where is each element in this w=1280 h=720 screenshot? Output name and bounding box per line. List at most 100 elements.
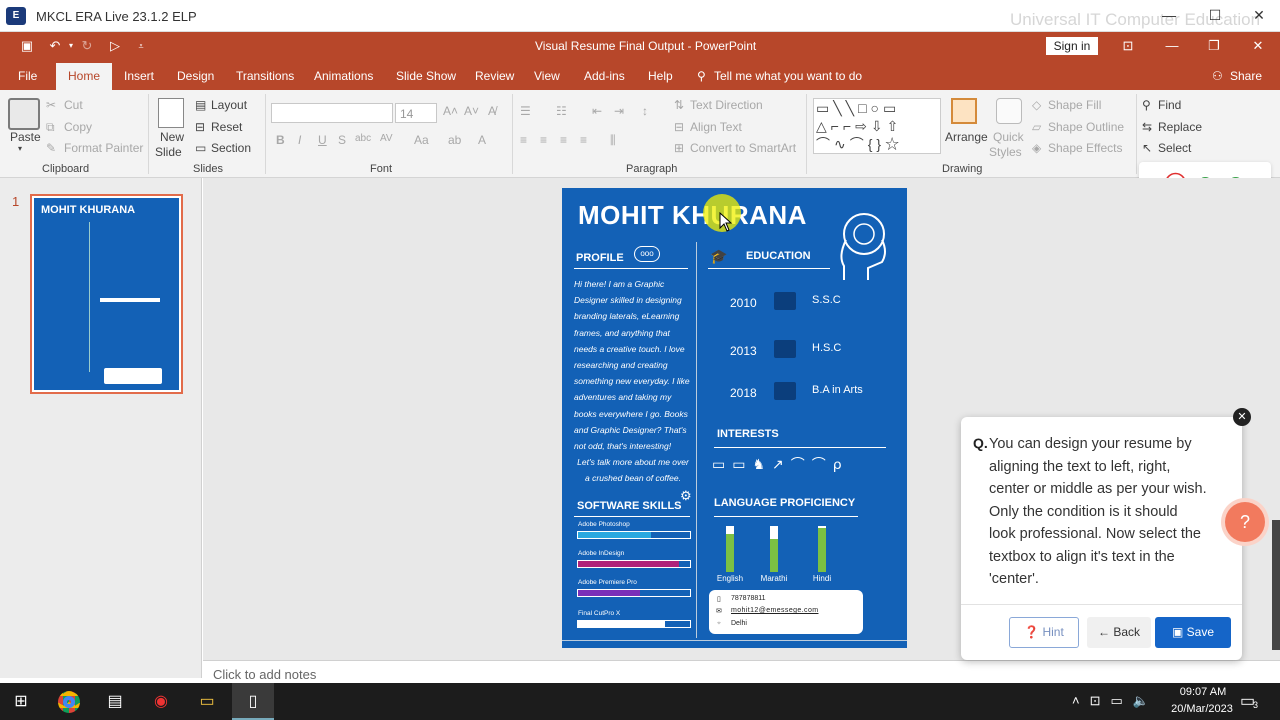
windows-start-icon[interactable]: ⊞ xyxy=(0,683,42,720)
help-icon[interactable]: ? xyxy=(1225,502,1265,542)
app-icon[interactable]: ▤ xyxy=(94,683,136,720)
bold-button[interactable]: B xyxy=(276,133,285,147)
bullets-icon[interactable]: ☰ xyxy=(520,104,531,118)
clear-formatting-icon[interactable]: A̸ xyxy=(488,104,496,118)
clock-time[interactable]: 09:07 AM xyxy=(1168,686,1238,698)
tab-help[interactable]: Help xyxy=(648,60,673,90)
era-maximize-icon[interactable]: ☐ xyxy=(1200,4,1230,26)
new-slide-label[interactable]: New xyxy=(160,130,184,144)
grow-font-icon[interactable]: A˄ xyxy=(443,104,458,118)
format-painter-button[interactable]: Format Painter xyxy=(64,141,143,155)
customize-qat-icon[interactable]: ⩡ xyxy=(132,37,150,55)
highlight-icon[interactable]: ab xyxy=(448,133,461,147)
tab-review[interactable]: Review xyxy=(475,60,514,90)
tab-add-ins[interactable]: Add-ins xyxy=(584,60,625,90)
quick-styles-button[interactable]: Quick xyxy=(993,130,1024,144)
close-question-icon[interactable]: ✕ xyxy=(1233,408,1251,426)
shape-effects-button[interactable]: Shape Effects xyxy=(1048,141,1123,155)
tab-home[interactable]: Home xyxy=(56,63,112,90)
shrink-font-icon[interactable]: A˅ xyxy=(464,104,479,118)
change-case-icon[interactable]: Aa xyxy=(414,133,429,147)
shape-fill-button[interactable]: Shape Fill xyxy=(1048,98,1101,112)
copy-icon[interactable]: ⧉ xyxy=(46,120,55,135)
ribbon-display-icon[interactable]: ⊡ xyxy=(1114,36,1142,56)
font-size-input[interactable]: 14 xyxy=(395,103,437,123)
close-icon[interactable]: ✕ xyxy=(1244,36,1272,56)
chrome-icon[interactable] xyxy=(48,683,90,720)
sign-in-button[interactable]: Sign in xyxy=(1046,37,1098,55)
shapes-gallery[interactable]: ▭╲╲□○▭ △⌐⌐⇨⇩⇧ ⌒∿⌒{}☆ xyxy=(813,98,941,154)
italic-button[interactable]: I xyxy=(298,133,301,147)
strikethrough-icon[interactable]: abc xyxy=(355,133,371,144)
era-close-icon[interactable]: ✕ xyxy=(1244,4,1274,26)
era-minimize-icon[interactable]: — xyxy=(1154,4,1184,26)
tab-transitions[interactable]: Transitions xyxy=(236,60,294,90)
resume-name[interactable]: MOHIT KHURANA xyxy=(578,200,807,231)
start-slideshow-icon[interactable]: ▷ xyxy=(106,37,124,55)
underline-button[interactable]: U xyxy=(318,133,327,147)
section-button[interactable]: Section xyxy=(211,141,251,155)
scrollbar-thumb[interactable] xyxy=(1272,520,1280,650)
copy-button[interactable]: Copy xyxy=(64,120,92,134)
font-color-icon[interactable]: A xyxy=(478,133,486,147)
paste-dropdown-icon[interactable]: ▾ xyxy=(18,144,22,153)
align-right-icon[interactable]: ≡ xyxy=(560,133,567,147)
replace-button[interactable]: Replace xyxy=(1158,120,1202,134)
quick-styles-label-2[interactable]: Styles xyxy=(989,145,1022,159)
line-spacing-icon[interactable]: ↕ xyxy=(642,104,648,118)
justify-icon[interactable]: ≡ xyxy=(580,133,587,147)
cut-button[interactable]: Cut xyxy=(64,98,83,112)
arrange-button[interactable]: Arrange xyxy=(945,130,988,144)
save-icon[interactable]: ▣ xyxy=(18,37,36,55)
tab-insert[interactable]: Insert xyxy=(124,60,154,90)
paste-button[interactable]: Paste xyxy=(10,130,41,144)
select-button[interactable]: Select xyxy=(1158,141,1191,155)
quick-styles-icon[interactable] xyxy=(996,98,1022,124)
minimize-icon[interactable]: — xyxy=(1158,36,1186,56)
tab-design[interactable]: Design xyxy=(177,60,214,90)
arrange-icon[interactable] xyxy=(951,98,977,124)
align-text-button[interactable]: Align Text xyxy=(690,120,742,134)
align-left-icon[interactable]: ≡ xyxy=(520,133,527,147)
restore-icon[interactable]: ❐ xyxy=(1200,36,1228,56)
tray-icons[interactable]: ˄⊡▭🔈 xyxy=(1072,693,1159,709)
increase-indent-icon[interactable]: ⇥ xyxy=(614,104,624,118)
hint-button[interactable]: ❓ Hint xyxy=(1009,617,1079,648)
reset-button[interactable]: Reset xyxy=(211,120,242,134)
notes-pane[interactable]: Click to add notes xyxy=(203,660,1280,682)
tab-animations[interactable]: Animations xyxy=(314,60,373,90)
recorder-icon[interactable]: ◉ xyxy=(140,683,182,720)
shape-outline-button[interactable]: Shape Outline xyxy=(1048,120,1124,134)
redo-icon[interactable]: ↻ xyxy=(78,37,96,55)
align-center-icon[interactable]: ≡ xyxy=(540,133,547,147)
columns-icon[interactable]: ⫼ xyxy=(610,133,616,148)
save-button[interactable]: ▣ Save xyxy=(1155,617,1231,648)
format-painter-icon[interactable]: ✎ xyxy=(46,141,56,155)
tab-view[interactable]: View xyxy=(534,60,560,90)
share-icon[interactable]: ⚇ xyxy=(1212,60,1223,90)
char-spacing-icon[interactable]: AV xyxy=(380,133,393,144)
tab-slide-show[interactable]: Slide Show xyxy=(396,60,456,90)
text-direction-button[interactable]: Text Direction xyxy=(690,98,763,112)
convert-smartart-button[interactable]: Convert to SmartArt xyxy=(690,141,796,155)
decrease-indent-icon[interactable]: ⇤ xyxy=(592,104,602,118)
shadow-button[interactable]: S xyxy=(338,133,346,147)
profile-closing-textbox[interactable]: Let's talk more about me over a crushed b… xyxy=(574,454,692,486)
layout-button[interactable]: Layout xyxy=(211,98,247,112)
slide-thumbnail-1[interactable]: MOHIT KHURANA xyxy=(30,194,183,394)
find-button[interactable]: Find xyxy=(1158,98,1181,112)
new-slide-icon[interactable] xyxy=(158,98,184,128)
tell-me-search[interactable]: Tell me what you want to do xyxy=(714,60,862,90)
back-button[interactable]: ← Back xyxy=(1087,617,1151,648)
file-explorer-icon[interactable]: ▭ xyxy=(186,683,228,720)
font-name-input[interactable] xyxy=(271,103,393,123)
new-slide-label-2[interactable]: Slide xyxy=(155,145,182,159)
share-button[interactable]: Share xyxy=(1230,60,1262,90)
paste-icon[interactable] xyxy=(8,98,40,130)
profile-textbox[interactable]: Hi there! I am a Graphic Designer skilled… xyxy=(574,276,692,454)
powerpoint-taskbar-icon[interactable]: ▯ xyxy=(232,683,274,720)
tab-file[interactable]: File xyxy=(18,60,37,90)
clock-date[interactable]: 20/Mar/2023 xyxy=(1162,703,1242,715)
cut-icon[interactable]: ✂ xyxy=(46,98,56,112)
numbering-icon[interactable]: ☷ xyxy=(556,104,567,118)
